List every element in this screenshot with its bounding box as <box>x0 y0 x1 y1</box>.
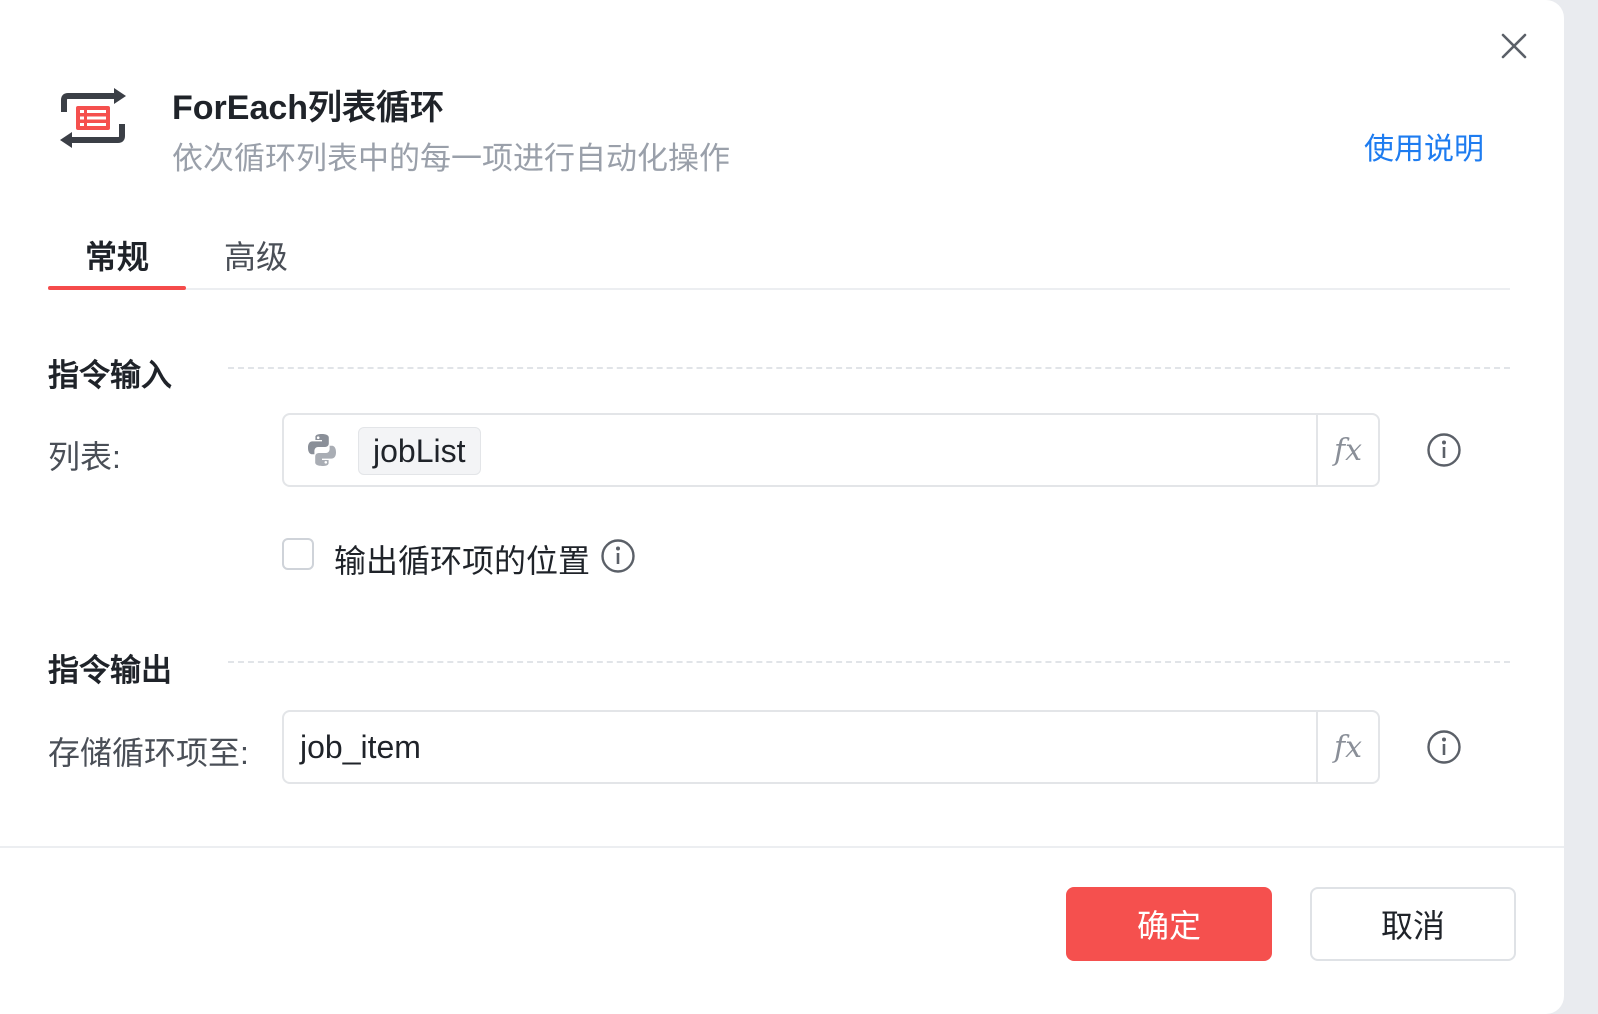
list-fx-button[interactable]: fx <box>1316 415 1378 485</box>
tab-advanced[interactable]: 高级 <box>224 232 288 278</box>
dialog-title: ForEach列表循环 <box>172 89 445 127</box>
dialog-subtitle: 依次循环列表中的每一项进行自动化操作 <box>172 141 730 176</box>
output-index-label: 输出循环项的位置 <box>334 543 591 579</box>
close-icon[interactable] <box>1494 26 1534 66</box>
store-fx-button[interactable]: fx <box>1316 712 1378 782</box>
info-icon[interactable] <box>600 538 636 574</box>
section-divider <box>228 367 1510 369</box>
output-index-checkbox[interactable] <box>282 538 314 570</box>
list-field-label: 列表: <box>48 439 121 475</box>
fx-icon: fx <box>1333 729 1363 765</box>
cancel-button[interactable]: 取消 <box>1310 887 1516 961</box>
info-icon[interactable] <box>1426 729 1462 765</box>
foreach-loop-icon <box>60 88 126 148</box>
list-field[interactable]: jobList fx <box>282 413 1380 487</box>
tab-general[interactable]: 常规 <box>48 232 186 278</box>
tab-bar: 常规 高级 <box>48 222 1510 290</box>
section-divider <box>228 661 1510 663</box>
store-field[interactable]: job_item fx <box>282 710 1380 784</box>
output-section-title: 指令输出 <box>48 653 172 688</box>
list-variable-tag[interactable]: jobList <box>358 427 481 475</box>
help-link[interactable]: 使用说明 <box>1364 124 1484 168</box>
fx-icon: fx <box>1333 432 1363 468</box>
store-field-label: 存储循环项至: <box>48 735 249 771</box>
foreach-dialog: ForEach列表循环 依次循环列表中的每一项进行自动化操作 使用说明 常规 高… <box>0 0 1564 1014</box>
footer-divider <box>0 846 1564 848</box>
store-field-value[interactable]: job_item <box>300 712 421 782</box>
info-icon[interactable] <box>1426 432 1462 468</box>
input-section-title: 指令输入 <box>48 358 172 393</box>
active-tab-indicator <box>48 286 186 290</box>
confirm-button[interactable]: 确定 <box>1066 887 1272 961</box>
python-icon <box>308 434 336 466</box>
